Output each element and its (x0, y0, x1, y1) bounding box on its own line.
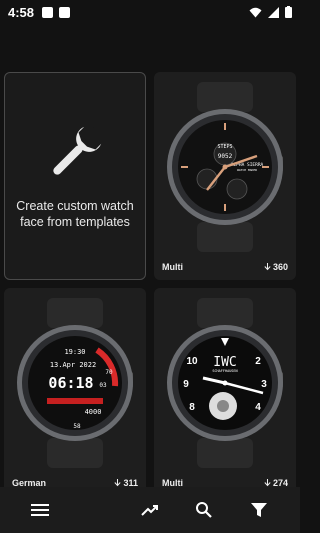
value-4000: 4000 (85, 408, 102, 416)
wrench-icon (44, 122, 106, 184)
status-bar: 4:58 (0, 0, 300, 24)
status-time: 4:58 (8, 4, 35, 20)
brand-subtitle: SCHAFFHAUSEN (212, 369, 237, 373)
numeral-3: 3 (261, 379, 267, 390)
numeral-4: 4 (255, 402, 261, 413)
heart-rate: 58 (73, 423, 81, 430)
watchface-preview: STEPS 9052 ALPHA SIERRA WATCH MAKER (165, 82, 285, 252)
download-count: 360 (264, 262, 288, 272)
wifi-icon (249, 7, 262, 17)
trending-icon (141, 505, 158, 516)
download-arrow-icon (114, 479, 122, 487)
filter-icon (251, 503, 267, 517)
menu-button[interactable] (20, 490, 60, 530)
numeral-8: 8 (189, 402, 195, 413)
numeral-2: 2 (255, 356, 261, 367)
category-label: Multi (162, 262, 183, 272)
time-top: 19:30 (64, 348, 85, 356)
card-footer: Multi 360 (162, 262, 288, 272)
watchface-card[interactable]: STEPS 9052 ALPHA SIERRA WATCH MAKER Mult… (154, 72, 296, 280)
battery-icon (285, 6, 292, 18)
steps-value: 9052 (218, 153, 233, 160)
system-icons (249, 6, 292, 18)
watchface-preview: 19:30 13.Apr 2022 06:18 03 70 4000 58 (15, 298, 135, 468)
brand-logo: IWC (213, 355, 236, 370)
create-custom-watchface-card[interactable]: Create custom watch face from templates (4, 72, 146, 280)
search-icon (196, 502, 212, 518)
search-button[interactable] (184, 490, 224, 530)
gallery-icon (42, 6, 54, 18)
seconds-text: 03 (99, 382, 107, 389)
steps-label: STEPS (217, 144, 232, 150)
create-card-label: Create custom watch face from templates (16, 199, 134, 229)
digital-time: 06:18 (48, 374, 93, 392)
download-arrow-icon (264, 263, 271, 271)
watchface-card[interactable]: 19:30 13.Apr 2022 06:18 03 70 4000 58 Ge… (4, 288, 146, 496)
numeral-10: 10 (186, 356, 198, 367)
value-70: 70 (105, 369, 113, 376)
watchface-card[interactable]: IWC SCHAFFHAUSEN 2 3 4 8 9 10 Multi 274 (154, 288, 296, 496)
trending-button[interactable] (130, 490, 170, 530)
menu-icon (31, 504, 49, 516)
watchface-preview: IWC SCHAFFHAUSEN 2 3 4 8 9 10 (165, 298, 285, 468)
watchface-grid: Create custom watch face from templates … (4, 72, 296, 496)
app-icon (59, 6, 71, 18)
signal-icon (268, 6, 279, 18)
numeral-9: 9 (183, 379, 189, 390)
filter-button[interactable] (239, 490, 279, 530)
date-text: 13.Apr 2022 (50, 361, 96, 369)
notification-icons (42, 6, 71, 18)
download-arrow-icon (264, 479, 271, 487)
download-value: 360 (272, 262, 288, 272)
brand-subtitle: WATCH MAKER (237, 168, 257, 172)
bottom-navigation (0, 487, 300, 533)
